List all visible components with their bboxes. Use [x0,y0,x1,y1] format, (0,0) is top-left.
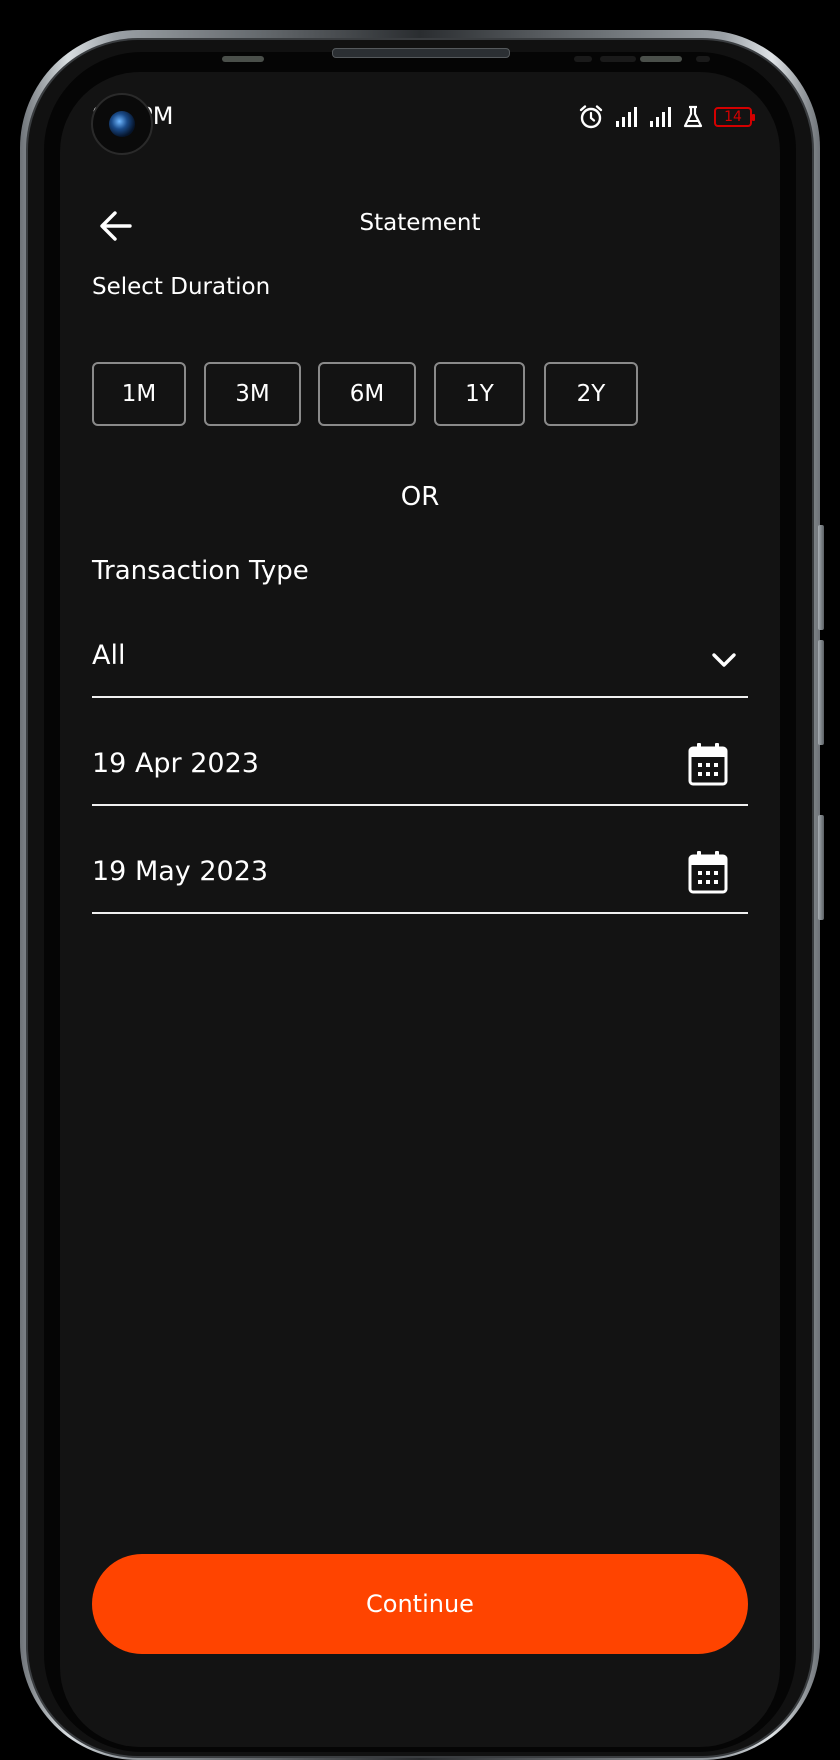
duration-chip-6m[interactable]: 6M [318,362,416,426]
to-date-value: 19 May 2023 [92,856,269,887]
status-icons: 14 [578,104,755,130]
power-button [818,815,824,920]
camera-lens [109,111,135,137]
front-camera [91,93,153,155]
sensor [222,56,264,62]
sensor [574,56,592,62]
calendar-icon[interactable] [688,850,728,894]
duration-chip-2y[interactable]: 2Y [544,362,638,426]
chevron-down-icon [712,653,736,667]
duration-chip-1m[interactable]: 1M [92,362,186,426]
duration-chip-3m[interactable]: 3M [204,362,301,426]
app-screen: 9:5 PM [60,72,780,1747]
signal-icon [616,107,637,127]
sensor [640,56,682,62]
transaction-type-dropdown[interactable]: All [92,632,748,698]
or-separator: OR [400,482,440,512]
battery-level: 14 [724,109,742,125]
to-date-field[interactable]: 19 May 2023 [92,848,748,914]
battery-icon: 14 [714,107,755,127]
earpiece-speaker [332,48,510,58]
from-date-value: 19 Apr 2023 [92,748,259,779]
sensor [600,56,636,62]
duration-chip-1y[interactable]: 1Y [434,362,525,426]
calendar-icon[interactable] [688,742,728,786]
from-date-field[interactable]: 19 Apr 2023 [92,740,748,806]
app-header: Statement [60,190,780,260]
status-bar: 9:5 PM [60,96,780,136]
sensor [696,56,710,62]
select-duration-label: Select Duration [92,274,271,300]
lab-flask-icon [683,105,703,128]
signal-icon [650,107,671,127]
transaction-type-label: Transaction Type [92,556,309,586]
page-title: Statement [359,210,481,236]
volume-down-button [818,640,824,745]
volume-up-button [818,525,824,630]
alarm-icon [579,105,603,129]
continue-button[interactable]: Continue [92,1554,748,1654]
transaction-type-value: All [92,640,126,671]
